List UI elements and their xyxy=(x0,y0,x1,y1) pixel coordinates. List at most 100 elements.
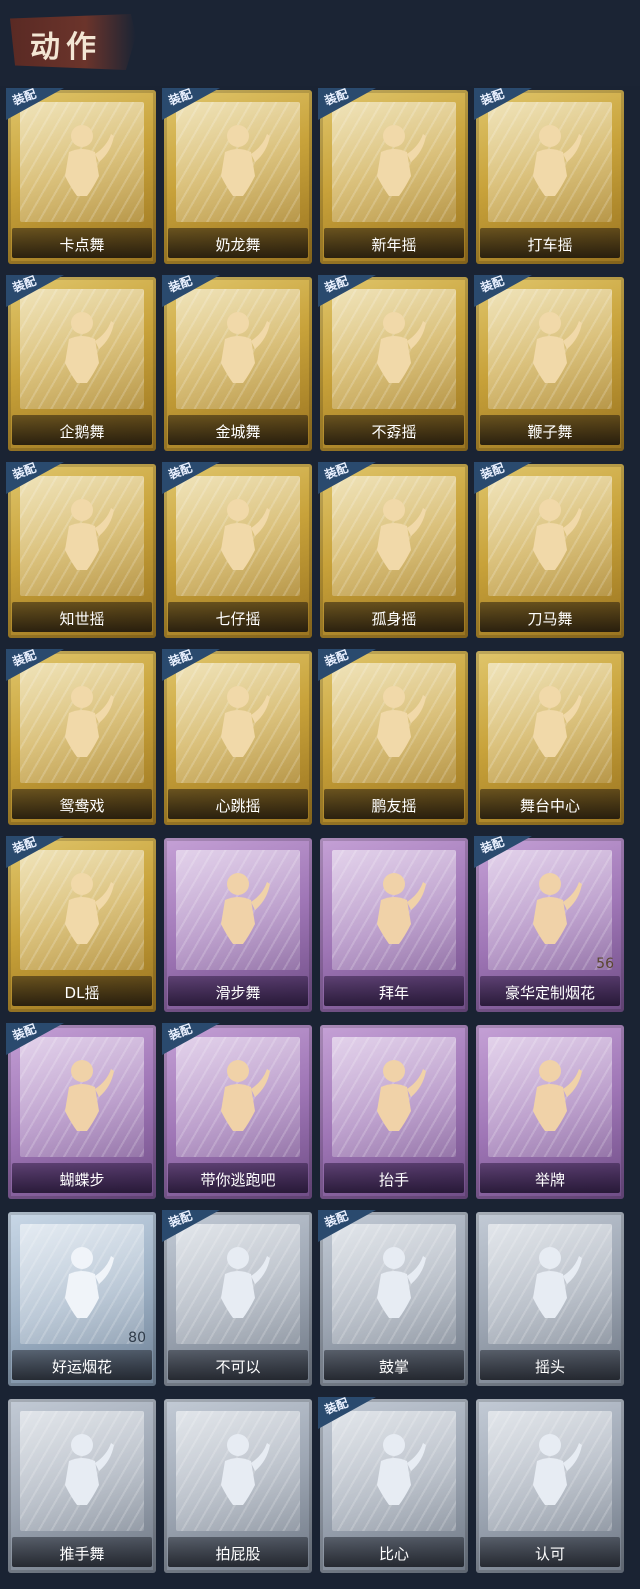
action-card[interactable]: 新年摇 装配 xyxy=(318,87,468,264)
action-card[interactable]: DL摇 装配 xyxy=(6,835,156,1012)
action-card[interactable]: 比心 装配 xyxy=(318,1396,468,1573)
action-card[interactable]: 好运烟花 80 xyxy=(8,1212,156,1386)
card-label-bar: 心跳摇 xyxy=(168,789,308,819)
action-card[interactable]: 蝴蝶步 装配 xyxy=(6,1022,156,1199)
card-label: 举牌 xyxy=(534,1171,565,1189)
card-label: 孤身摇 xyxy=(371,610,417,628)
card-label-bar: 鸳鸯戏 xyxy=(12,789,152,819)
card-label: 认可 xyxy=(534,1545,565,1563)
action-card[interactable]: 带你逃跑吧 装配 xyxy=(162,1022,312,1199)
action-card[interactable]: 摇头 xyxy=(476,1212,624,1386)
card-label-bar: 不可以 xyxy=(168,1350,308,1380)
smiley-dance-icon xyxy=(221,125,270,196)
raise-hand-icon xyxy=(377,1060,426,1131)
action-card[interactable]: 抬手 xyxy=(320,1025,468,1199)
card-label: 带你逃跑吧 xyxy=(200,1171,276,1189)
card-label-bar: 拍屁股 xyxy=(168,1537,308,1567)
card-label-bar: 鼓掌 xyxy=(324,1350,464,1380)
card-label-bar: 卡点舞 xyxy=(12,228,152,258)
card-label: 不孬摇 xyxy=(371,423,417,441)
shake-head-icon xyxy=(533,1247,582,1318)
action-card[interactable]: 奶龙舞 装配 xyxy=(162,87,312,264)
card-label: 摇头 xyxy=(534,1358,565,1376)
card-label-bar: 七仔摇 xyxy=(168,602,308,632)
card-label-bar: 舞台中心 xyxy=(480,789,620,819)
card-label-bar: DL摇 xyxy=(12,976,152,1006)
action-card[interactable]: 企鹅舞 装配 xyxy=(6,274,156,451)
action-card[interactable]: 孤身摇 装配 xyxy=(318,461,468,638)
action-card[interactable]: 认可 xyxy=(476,1399,624,1573)
clap-icon xyxy=(377,1247,426,1318)
dance-pose-icon xyxy=(221,1060,270,1131)
heart-hand-icon xyxy=(377,1434,426,1505)
action-card[interactable]: 打车摇 装配 xyxy=(474,87,624,264)
card-label: 心跳摇 xyxy=(215,797,261,815)
action-card[interactable]: 推手舞 xyxy=(8,1399,156,1573)
action-card[interactable]: 舞台中心 xyxy=(476,651,624,825)
item-count: 56 xyxy=(596,956,614,972)
dance-pose-icon xyxy=(65,686,114,757)
dance-pose-icon xyxy=(377,686,426,757)
action-card[interactable]: 不可以 装配 xyxy=(162,1209,312,1386)
header: 动作 xyxy=(0,0,640,86)
card-label-bar: 鞭子舞 xyxy=(480,415,620,445)
action-card[interactable]: 心跳摇 装配 xyxy=(162,648,312,825)
action-card[interactable]: 鹏友摇 装配 xyxy=(318,648,468,825)
action-card[interactable]: 金城舞 装配 xyxy=(162,274,312,451)
card-label: 打车摇 xyxy=(527,236,573,254)
fireworks-box-icon xyxy=(533,873,582,944)
card-label-bar: 企鹅舞 xyxy=(12,415,152,445)
card-label: 刀马舞 xyxy=(527,610,573,628)
card-label-bar: 摇头 xyxy=(480,1350,620,1380)
card-label: 比心 xyxy=(378,1545,409,1563)
card-label: DL摇 xyxy=(64,984,100,1002)
dance-pose-icon xyxy=(221,686,270,757)
card-label: 拍屁股 xyxy=(215,1545,261,1563)
card-label-bar: 豪华定制烟花 xyxy=(480,976,620,1006)
card-label: 企鹅舞 xyxy=(59,423,105,441)
action-card[interactable]: 拜年 xyxy=(320,838,468,1012)
card-label: 豪华定制烟花 xyxy=(504,984,595,1002)
card-label: 好运烟花 xyxy=(51,1358,112,1376)
card-label-bar: 孤身摇 xyxy=(324,602,464,632)
action-card[interactable]: 卡点舞 装配 xyxy=(6,87,156,264)
dance-pose-icon xyxy=(65,499,114,570)
card-label: 拜年 xyxy=(378,984,409,1002)
dance-pose-icon xyxy=(533,125,582,196)
card-label-bar: 抬手 xyxy=(324,1163,464,1193)
sign-board-icon xyxy=(533,1060,582,1131)
card-label-bar: 奶龙舞 xyxy=(168,228,308,258)
card-label: 鞭子舞 xyxy=(527,423,573,441)
action-card[interactable]: 鞭子舞 装配 xyxy=(474,274,624,451)
dance-pose-icon xyxy=(65,1060,114,1131)
action-card[interactable]: 刀马舞 装配 xyxy=(474,461,624,638)
action-card[interactable]: 知世摇 装配 xyxy=(6,461,156,638)
thumbs-up-icon xyxy=(533,1434,582,1505)
card-label-bar: 知世摇 xyxy=(12,602,152,632)
dance-pose-icon xyxy=(377,499,426,570)
card-label-bar: 好运烟花 xyxy=(12,1350,152,1380)
dance-pose-icon xyxy=(533,312,582,383)
card-label: 滑步舞 xyxy=(215,984,261,1002)
dance-pose-icon xyxy=(221,873,270,944)
dance-pose-icon xyxy=(377,312,426,383)
action-card[interactable]: 不孬摇 装配 xyxy=(318,274,468,451)
card-label: 金城舞 xyxy=(215,423,261,441)
card-label: 不可以 xyxy=(215,1358,261,1376)
dance-pose-icon xyxy=(221,312,270,383)
card-label-bar: 认可 xyxy=(480,1537,620,1567)
action-card[interactable]: 拍屁股 xyxy=(164,1399,312,1573)
action-card[interactable]: 豪华定制烟花 56 装配 xyxy=(474,835,624,1012)
page-title: 动作 xyxy=(30,30,102,65)
action-card[interactable]: 七仔摇 装配 xyxy=(162,461,312,638)
card-label: 抬手 xyxy=(378,1171,409,1189)
action-card[interactable]: 鸳鸯戏 装配 xyxy=(6,648,156,825)
dance-pose-icon xyxy=(65,873,114,944)
action-card[interactable]: 举牌 xyxy=(476,1025,624,1199)
card-label-bar: 金城舞 xyxy=(168,415,308,445)
action-card[interactable]: 鼓掌 装配 xyxy=(318,1209,468,1386)
card-label: 鼓掌 xyxy=(378,1358,409,1376)
card-label-bar: 推手舞 xyxy=(12,1537,152,1567)
dance-pose-icon xyxy=(533,686,582,757)
action-card[interactable]: 滑步舞 xyxy=(164,838,312,1012)
